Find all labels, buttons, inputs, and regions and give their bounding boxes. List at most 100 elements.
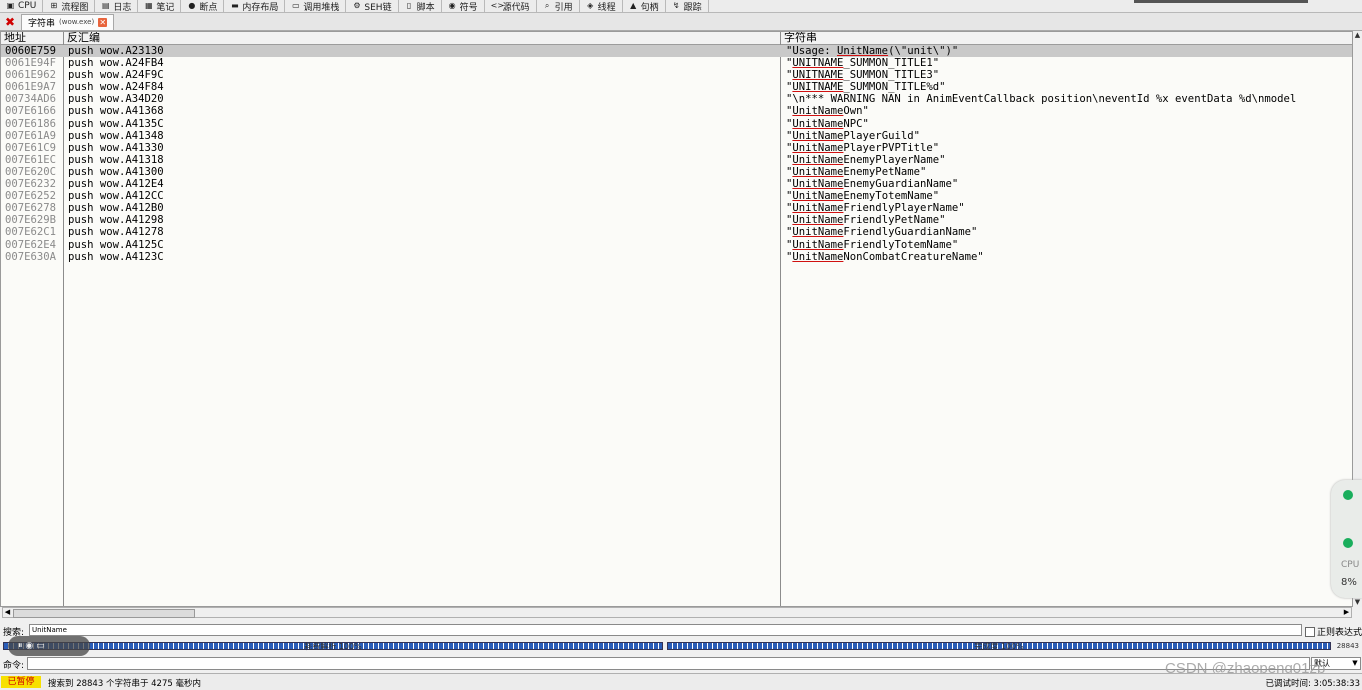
row-disassembly: push wow.A41348 [68,129,164,142]
toolbar-tab-5[interactable]: ▬ 内存布局 [224,0,286,12]
table-row[interactable]: 007E61A9 push wow.A41348 "UnitNamePlayerGu… [1,130,1352,142]
status-dot-icon [1343,538,1353,548]
search-row: 搜索: 正则表达式 [0,622,1362,638]
string-match: UnitName [792,153,844,166]
toolbar-tab-6[interactable]: ▭ 调用堆栈 [285,0,347,12]
table-row[interactable]: 0061E962 push wow.A24F9C "UNITNAME_SUMMON_… [1,69,1352,81]
tab-strings[interactable]: 字符串 (wow.exe) ✕ [21,13,115,30]
debug-time: 已调试时间: 3:05:38:33 [1265,679,1360,689]
string-match: UnitName [792,238,844,251]
table-row[interactable]: 0061E94F push wow.A24FB4 "UNITNAME_SUMMON_… [1,57,1352,69]
scroll-up-icon[interactable]: ▲ [1353,31,1362,40]
string-suffix: EnemyGuardianName" [843,178,959,191]
chevron-down-icon[interactable]: ▼ [1351,658,1359,669]
graph-icon: ⊞ [50,1,58,10]
table-row[interactable]: 007E620C push wow.A41300 "UnitNameEnemyPet… [1,166,1352,178]
symbols-icon: ◉ [448,1,456,10]
progress-right-label: 完成度 100% [974,642,1024,651]
string-suffix: Own" [843,105,869,118]
command-input[interactable] [27,657,1310,670]
header-disassembly[interactable]: 反汇编 [64,32,767,44]
toolbar-tab-14[interactable]: ↯ 跟踪 [666,0,709,12]
string-match: UnitName [792,117,844,130]
toolbar-tab-0[interactable]: ▣ CPU [0,0,44,12]
row-string: "UNITNAME_SUMMON_TITLE3" [786,69,939,81]
scroll-left-icon[interactable]: ◀ [3,608,12,617]
row-disassembly: push wow.A412B0 [68,202,164,215]
regex-checkbox[interactable]: 正则表达式 [1305,625,1362,638]
row-disassembly: push wow.A41300 [68,165,164,178]
toolbar-tab-13[interactable]: ▲ 句柄 [623,0,666,12]
row-disassembly: push wow.A41330 [68,141,164,154]
notes-icon: ▦ [145,1,153,10]
cpu-monitor-widget[interactable]: CPU 8% [1331,480,1362,598]
string-match: UnitName [792,105,844,118]
row-string: "UnitNameFriendlyGuardianName" [786,226,977,238]
toolbar-tab-3[interactable]: ▦ 笔记 [138,0,182,12]
table-row[interactable]: 007E6166 push wow.A41368 "UnitNameOwn" [1,105,1352,117]
scroll-down-icon[interactable]: ▼ [1353,598,1362,607]
string-suffix: PlayerGuild" [843,129,920,142]
progress-bar-right: 完成度 100% [667,642,1331,651]
string-suffix: EnemyPetName" [843,165,927,178]
screen-recorder-overlay[interactable]: ⏸ ◉ ▭ [8,636,90,656]
toolbar-tab-8[interactable]: ▯ 脚本 [399,0,442,12]
regex-checkbox-box[interactable] [1305,626,1315,637]
header-string[interactable]: 字符串 [781,32,1284,44]
toolbar-tab-10[interactable]: <> 源代码 [485,0,537,12]
table-row[interactable]: 0060E759 push wow.A23130 "Usage: UnitName(… [1,45,1352,58]
row-address: 007E61C9 [5,141,57,154]
table-row[interactable]: 007E6186 push wow.A4135C "UnitNameNPC" [1,118,1352,130]
row-disassembly: push wow.A24F84 [68,81,164,94]
toolbar-tab-7[interactable]: ⚙ SEH链 [346,0,399,12]
toolbar-tab-label: CPU [18,1,37,11]
toolbar-tab-12[interactable]: ◈ 线程 [580,0,623,12]
string-suffix: _SUMMON_TITLE1" [843,57,940,70]
tab-close-icon[interactable]: ✕ [98,17,108,27]
horizontal-scrollbar[interactable]: ◀ ▶ [2,607,1352,618]
table-row[interactable]: 0061E9A7 push wow.A24F84 "UNITNAME_SUMMON_… [1,81,1352,93]
close-all-icon[interactable]: ✖ [3,15,17,29]
table-row[interactable]: 007E6278 push wow.A412B0 "UnitNameFriendly… [1,202,1352,214]
row-string: "UnitNamePlayerGuild" [786,130,920,142]
source-icon: <> [490,1,505,10]
string-match: UnitName [837,45,889,57]
toolbar-tab-9[interactable]: ◉ 符号 [442,0,485,12]
scroll-thumb[interactable] [13,609,195,618]
table-row[interactable]: 007E61EC push wow.A41318 "UnitNameEnemyPla… [1,154,1352,166]
toolbar-tab-label: 句柄 [640,2,659,13]
table-row[interactable]: 00734AD6 push wow.A34D20 "\n*** WARNING NA… [1,93,1352,105]
string-suffix: FriendlyTotemName" [843,238,959,251]
table-row[interactable]: 007E62E4 push wow.A4125C "UnitNameFriendly… [1,239,1352,251]
toolbar-tab-2[interactable]: ▤ 日志 [95,0,139,12]
string-prefix: "\n*** WARNING NAN in AnimEventCallback … [786,93,1297,106]
table-row[interactable]: 007E630A push wow.A4123C "UnitNameNonComba… [1,251,1352,263]
row-disassembly: push wow.A23130 [68,45,164,57]
row-disassembly: push wow.A41278 [68,226,164,239]
toolbar-tab-1[interactable]: ⊞ 流程图 [43,0,96,12]
string-match: UnitName [792,190,844,203]
string-match: UNITNAME [792,69,844,82]
header-address[interactable]: 地址 [1,32,64,44]
cpu-percent: 8% [1341,577,1357,588]
table-row[interactable]: 007E6252 push wow.A412CC "UnitNameEnemyTot… [1,190,1352,202]
row-disassembly: push wow.A4123C [68,250,164,263]
string-match: UNITNAME [792,57,844,70]
scroll-right-icon[interactable]: ▶ [1342,608,1351,617]
call-stack-icon: ▭ [292,1,300,10]
table-row[interactable]: 007E629B push wow.A41298 "UnitNameFriendly… [1,214,1352,226]
table-row[interactable]: 007E6232 push wow.A412E4 "UnitNameEnemyGua… [1,178,1352,190]
progress-count: 28843 [1336,642,1359,650]
table-row[interactable]: 007E62C1 push wow.A41278 "UnitNameFriendly… [1,226,1352,238]
row-address: 007E62C1 [5,226,57,239]
string-match: UnitName [792,202,844,215]
row-disassembly: push wow.A41368 [68,105,164,118]
toolbar-tab-4[interactable]: ● 断点 [181,0,225,12]
toolbar-tab-11[interactable]: ⌕ 引用 [537,0,580,12]
table-row[interactable]: 007E61C9 push wow.A41330 "UnitNamePlayerPV… [1,142,1352,154]
row-address: 007E629B [5,214,57,227]
toolbar-tab-label: 引用 [554,2,573,13]
row-disassembly: push wow.A412CC [68,190,164,203]
search-input[interactable] [29,624,1302,636]
row-string: "Usage: UnitName(\"unit\")" [786,45,958,57]
